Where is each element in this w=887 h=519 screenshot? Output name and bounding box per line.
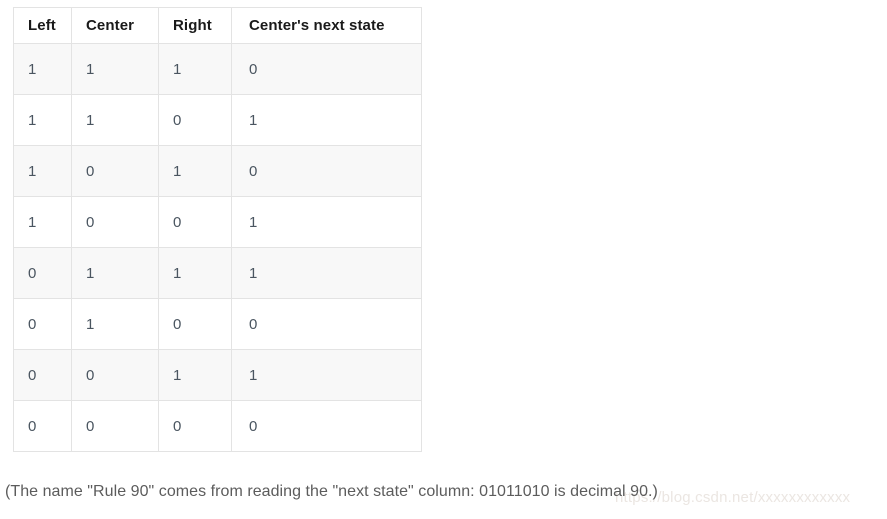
cell-next-state: 0 <box>231 43 422 95</box>
cell-left: 1 <box>13 196 72 248</box>
table-header: Left Center Right Center's next state <box>13 7 422 44</box>
cell-left: 0 <box>13 247 72 299</box>
cell-left: 0 <box>13 400 72 452</box>
cell-next-state: 0 <box>231 298 422 350</box>
cell-right: 1 <box>158 145 232 197</box>
cell-next-state: 0 <box>231 145 422 197</box>
page-root: Left Center Right Center's next state 1 … <box>0 0 887 519</box>
cell-left: 1 <box>13 94 72 146</box>
table-row: 1 0 1 0 <box>13 145 422 197</box>
cell-right: 0 <box>158 94 232 146</box>
cell-center: 1 <box>71 43 159 95</box>
rule-90-truth-table: Left Center Right Center's next state 1 … <box>13 7 422 452</box>
cell-right: 1 <box>158 247 232 299</box>
table-body: 1 1 1 0 1 1 0 1 1 0 1 0 1 0 0 1 0 1 1 1 … <box>13 43 422 452</box>
cell-center: 1 <box>71 298 159 350</box>
column-header-next-state: Center's next state <box>231 7 422 44</box>
table-row: 1 0 0 1 <box>13 196 422 248</box>
cell-right: 0 <box>158 298 232 350</box>
table-row: 0 1 1 1 <box>13 247 422 299</box>
cell-center: 0 <box>71 196 159 248</box>
cell-center: 1 <box>71 247 159 299</box>
cell-left: 0 <box>13 349 72 401</box>
column-header-right: Right <box>158 7 232 44</box>
table-row: 0 0 1 1 <box>13 349 422 401</box>
table-row: 1 1 1 0 <box>13 43 422 95</box>
table-header-row: Left Center Right Center's next state <box>13 7 422 44</box>
cell-next-state: 1 <box>231 349 422 401</box>
cell-next-state: 1 <box>231 94 422 146</box>
cell-next-state: 0 <box>231 400 422 452</box>
table-caption: (The name "Rule 90" comes from reading t… <box>5 483 658 500</box>
cell-center: 0 <box>71 349 159 401</box>
cell-right: 1 <box>158 43 232 95</box>
truth-table-container: Left Center Right Center's next state 1 … <box>13 7 422 452</box>
cell-left: 1 <box>13 43 72 95</box>
cell-left: 0 <box>13 298 72 350</box>
column-header-center: Center <box>71 7 159 44</box>
cell-next-state: 1 <box>231 247 422 299</box>
cell-center: 1 <box>71 94 159 146</box>
table-row: 1 1 0 1 <box>13 94 422 146</box>
table-row: 0 1 0 0 <box>13 298 422 350</box>
column-header-left: Left <box>13 7 72 44</box>
cell-right: 0 <box>158 196 232 248</box>
cell-next-state: 1 <box>231 196 422 248</box>
cell-center: 0 <box>71 400 159 452</box>
cell-left: 1 <box>13 145 72 197</box>
cell-right: 0 <box>158 400 232 452</box>
table-row: 0 0 0 0 <box>13 400 422 452</box>
cell-center: 0 <box>71 145 159 197</box>
cell-right: 1 <box>158 349 232 401</box>
